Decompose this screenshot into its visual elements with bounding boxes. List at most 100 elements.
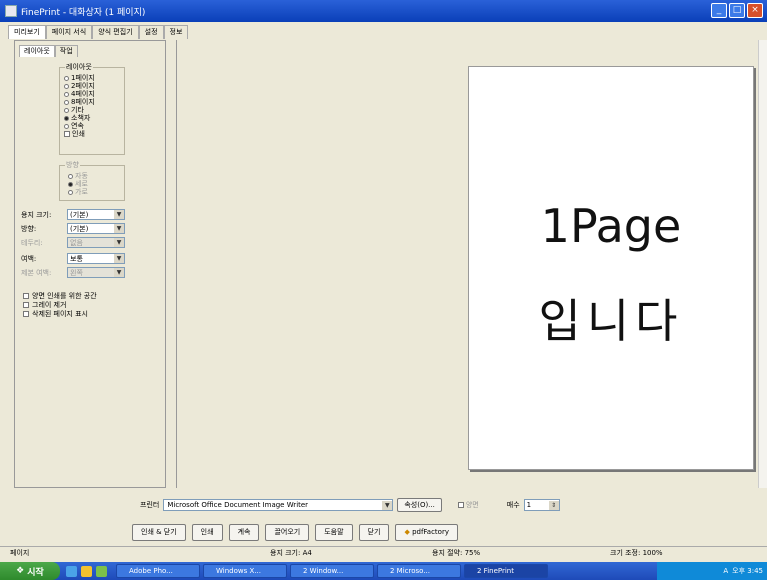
print-and-close-button[interactable]: 인쇄 & 닫기 xyxy=(132,524,186,541)
preview-scrollbar[interactable] xyxy=(758,40,767,488)
continue-button[interactable]: 계속 xyxy=(228,524,260,541)
start-button[interactable]: ❖ 시작 xyxy=(0,562,60,580)
task-windows[interactable]: Windows X... xyxy=(203,564,287,578)
orientation-auto[interactable]: 자동 xyxy=(68,172,88,180)
task-fineprint[interactable]: 2 FinePrint xyxy=(464,564,548,578)
margin-select[interactable]: 보통 ▼ xyxy=(67,253,125,264)
orientation-select[interactable]: (기본) ▼ xyxy=(67,223,125,234)
tab-page-format[interactable]: 페이지 서식 xyxy=(45,25,93,39)
radio-icon xyxy=(64,75,69,81)
folder-icon[interactable] xyxy=(81,565,92,577)
deleted-pages-checkbox[interactable]: 삭제된 페이지 표시 xyxy=(23,309,97,318)
printer-select[interactable]: Microsoft Office Document Image Writer ▼ xyxy=(163,499,394,511)
app-icon[interactable] xyxy=(96,565,107,577)
spinner-arrows-icon: ⇕ xyxy=(548,500,559,510)
radio-icon xyxy=(64,99,69,105)
app-icon xyxy=(5,5,17,17)
quick-launch xyxy=(66,565,107,577)
duplex-checkbox[interactable]: 양면 xyxy=(457,500,479,510)
copies-label: 매수 xyxy=(506,501,520,509)
status-pages: 페이지 xyxy=(10,549,30,557)
radio-icon xyxy=(64,83,69,89)
orientation-group: 방향 자동 세로 가로 xyxy=(59,160,125,201)
window-title: FinePrint - 대화상자 (1 페이지) xyxy=(21,7,146,18)
orientation-landscape[interactable]: 가로 xyxy=(68,188,88,196)
binding-row: 제본 여백: 왼쪽 ▼ xyxy=(21,267,125,278)
task-adobe[interactable]: Adobe Pho... xyxy=(116,564,200,578)
task-windows-2[interactable]: 2 Window... xyxy=(290,564,374,578)
checkbox-icon xyxy=(23,292,29,299)
border-label: 테두리: xyxy=(21,238,43,247)
orientation-label: 방향: xyxy=(21,224,37,233)
layout-option-8[interactable]: 8페이지 xyxy=(64,98,95,106)
layout-option-continuous[interactable]: 연속 xyxy=(64,122,95,130)
margin-row: 여백: 보통 ▼ xyxy=(21,253,125,264)
preview-page[interactable]: 1Page 입니다 xyxy=(468,66,754,470)
status-zoom: 크기 조정: 100% xyxy=(610,549,663,557)
status-sheets: 용지 절약: 75% xyxy=(432,549,481,557)
ie-icon[interactable] xyxy=(66,565,77,577)
copies-spinner[interactable]: 1 ⇕ xyxy=(523,499,560,511)
tab-settings[interactable]: 설정 xyxy=(138,25,164,39)
tab-info[interactable]: 정보 xyxy=(163,25,189,39)
binding-label: 제본 여백: xyxy=(21,268,52,277)
clock: 오후 3:45 xyxy=(732,567,763,575)
printer-label: 프린터 xyxy=(140,501,160,509)
radio-icon xyxy=(64,123,69,129)
paper-size-label: 용지 크기: xyxy=(21,210,52,219)
pdffactory-button[interactable]: ◆ pdfFactory xyxy=(395,524,458,541)
orientation-portrait[interactable]: 세로 xyxy=(68,180,88,188)
page-text-line1: 1Page xyxy=(540,199,682,253)
printer-row: 프린터 Microsoft Office Document Image Writ… xyxy=(140,498,560,512)
checkbox-icon xyxy=(457,502,464,508)
title-bar: FinePrint - 대화상자 (1 페이지) _ □ × xyxy=(0,0,767,22)
radio-selected-icon xyxy=(64,115,69,121)
layout-option-2[interactable]: 2페이지 xyxy=(64,82,95,90)
radio-icon xyxy=(68,173,73,179)
checkbox-icon xyxy=(23,301,29,308)
binding-select[interactable]: 왼쪽 ▼ xyxy=(67,267,125,278)
close-dialog-button[interactable]: 닫기 xyxy=(358,524,390,541)
task-microsoft[interactable]: 2 Microso... xyxy=(377,564,461,578)
close-button[interactable]: × xyxy=(747,3,763,18)
pdffactory-icon: ◆ xyxy=(404,528,410,536)
status-bar: 페이지 용지 크기: A4 용지 절약: 75% 크기 조정: 100% xyxy=(0,546,767,558)
chevron-down-icon: ▼ xyxy=(114,254,124,263)
chevron-down-icon: ▼ xyxy=(114,210,124,219)
main-tabs: 미리보기 페이지 서식 양식 편집기 설정 정보 xyxy=(8,25,189,39)
print-button[interactable]: 인쇄 xyxy=(191,524,223,541)
checkbox-icon xyxy=(23,310,29,317)
paper-size-row: 용지 크기: (기본) ▼ xyxy=(21,209,125,220)
tab-preview[interactable]: 미리보기 xyxy=(8,25,46,39)
radio-selected-icon xyxy=(68,181,73,187)
action-buttons: 인쇄 & 닫기 인쇄 계속 끌어오기 도움말 닫기 ◆ pdfFactory xyxy=(132,524,458,541)
subtab-job[interactable]: 작업 xyxy=(54,45,78,57)
chevron-down-icon: ▼ xyxy=(382,500,393,510)
print-checkbox[interactable]: 인쇄 xyxy=(64,130,95,138)
layout-option-4[interactable]: 4페이지 xyxy=(64,90,95,98)
import-button[interactable]: 끌어오기 xyxy=(265,524,310,541)
help-button[interactable]: 도움말 xyxy=(315,524,353,541)
layout-option-other[interactable]: 기타 xyxy=(64,106,95,114)
border-row: 테두리: 없음 ▼ xyxy=(21,237,125,248)
ime-icon[interactable]: A xyxy=(723,567,728,575)
margin-label: 여백: xyxy=(21,254,37,263)
radio-icon xyxy=(64,107,69,113)
option-checks: 양면 인쇄를 위한 공간 그레이 제거 삭제된 페이지 표시 xyxy=(23,291,97,318)
maximize-button[interactable]: □ xyxy=(729,3,745,18)
taskbar: ❖ 시작 Adobe Pho... Windows X... 2 Window..… xyxy=(0,562,767,580)
layout-group-label: 레이아웃 xyxy=(65,62,93,72)
border-select[interactable]: 없음 ▼ xyxy=(67,237,125,248)
radio-icon xyxy=(64,91,69,97)
tab-form-editor[interactable]: 양식 편집기 xyxy=(92,25,139,39)
subtab-layout[interactable]: 레이아웃 xyxy=(19,45,55,57)
layout-option-booklet[interactable]: 소책자 xyxy=(64,114,95,122)
radio-icon xyxy=(68,189,73,195)
paper-size-select[interactable]: (기본) ▼ xyxy=(67,209,125,220)
printer-properties-button[interactable]: 속성(O)... xyxy=(397,498,442,512)
layout-option-1[interactable]: 1페이지 xyxy=(64,74,95,82)
page-text-line2: 입니다 xyxy=(538,294,684,348)
minimize-button[interactable]: _ xyxy=(711,3,727,18)
options-panel: 레이아웃 작업 레이아웃 1페이지 2페이지 4페이지 8페이지 기타 소책자 … xyxy=(14,40,166,488)
orientation-row: 방향: (기본) ▼ xyxy=(21,223,125,234)
